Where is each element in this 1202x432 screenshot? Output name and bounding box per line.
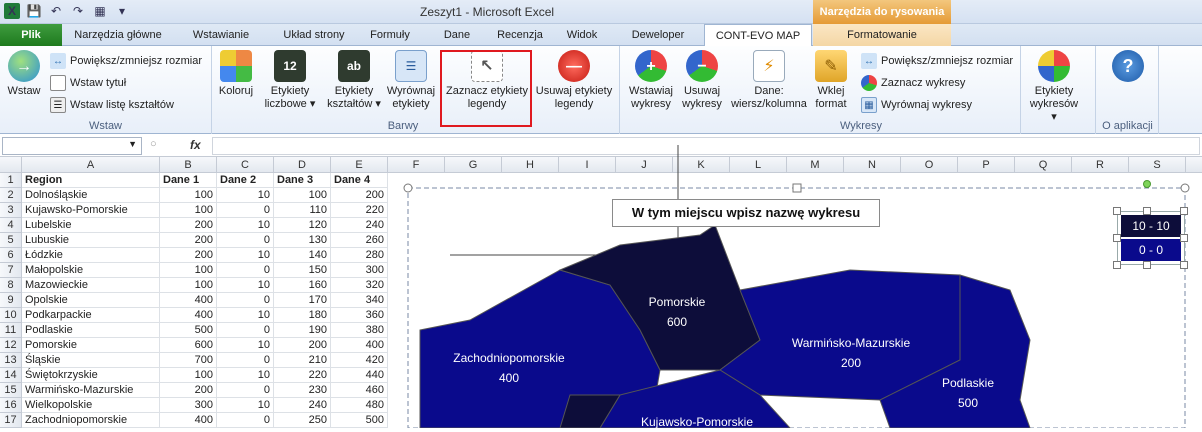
chart-title[interactable]: W tym miejscu wpisz nazwę wykresu xyxy=(612,199,880,227)
legend-handle-l[interactable] xyxy=(1113,234,1121,242)
legend-handle-tr[interactable] xyxy=(1180,207,1188,215)
region-label-pomorskie: Pomorskie 600 xyxy=(648,295,706,329)
region-label-zachodniopomorskie: Zachodniopomorskie 400 xyxy=(453,351,565,385)
legend-handle-tl[interactable] xyxy=(1113,207,1121,215)
legend-handle-bl[interactable] xyxy=(1113,261,1121,269)
legend-handle-r[interactable] xyxy=(1180,234,1188,242)
rotate-handle[interactable] xyxy=(1143,180,1151,188)
legend-handle-br[interactable] xyxy=(1180,261,1188,269)
legend-handle-t[interactable] xyxy=(1143,207,1151,215)
region-label-kujawsko-pomorskie: Kujawsko-Pomorskie xyxy=(640,415,754,429)
map-chart[interactable] xyxy=(0,0,1202,428)
region-label-warminsko-mazurskie: Warmińsko-Mazurskie 200 xyxy=(791,336,911,370)
legend-item-1[interactable]: 10 - 10 xyxy=(1121,215,1181,237)
region-label-podlaskie: Podlaskie 500 xyxy=(941,376,995,410)
resize-handle-tr[interactable] xyxy=(1180,183,1190,193)
resize-handle-tl[interactable] xyxy=(403,183,413,193)
map-legend[interactable]: 10 - 10 0 - 0 xyxy=(1117,211,1185,265)
resize-handle-top[interactable] xyxy=(792,183,802,193)
legend-item-2[interactable]: 0 - 0 xyxy=(1121,239,1181,261)
legend-handle-b[interactable] xyxy=(1143,261,1151,269)
